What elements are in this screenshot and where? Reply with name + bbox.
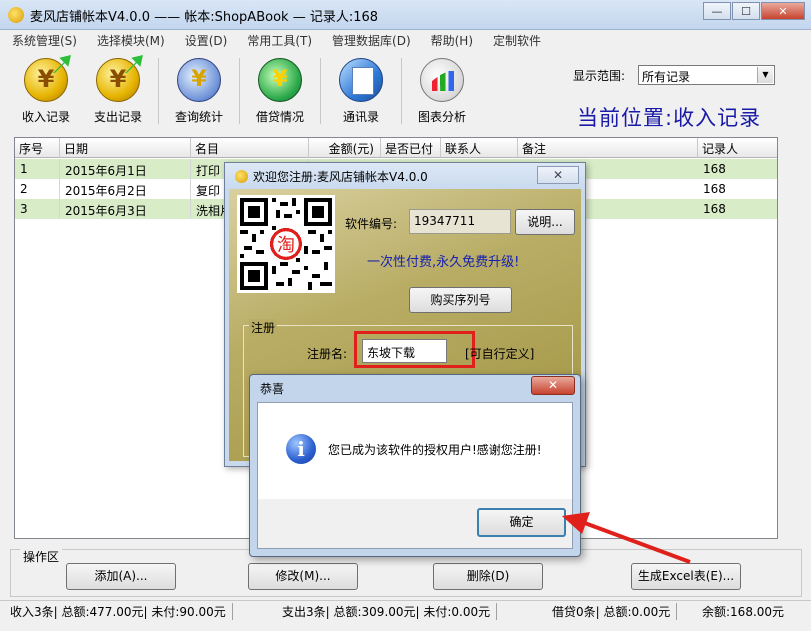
chevron-down-icon[interactable]: ▼ [757, 67, 773, 83]
range-label: 显示范围: [573, 69, 626, 83]
operations-label: 操作区 [20, 548, 63, 565]
menu-settings[interactable]: 设置(D) [177, 30, 236, 50]
toolbar-label: 查询统计 [174, 110, 223, 124]
toolbar-income-button[interactable]: 收入记录 [10, 52, 82, 130]
maximize-button[interactable]: ☐ [732, 2, 760, 20]
message-box-body: i 您已成为该软件的授权用户!感谢您注册! 确定 [257, 402, 573, 549]
toolbar-label: 收入记录 [21, 110, 70, 124]
message-box-content: i 您已成为该软件的授权用户!感谢您注册! [258, 403, 572, 499]
toolbar-separator [158, 58, 159, 124]
toolbar-expense-button[interactable]: 支出记录 [82, 52, 154, 130]
status-income: 收入3条| 总额:477.00元| 未付:90.00元 [10, 603, 233, 620]
delete-button[interactable]: 删除(D) [433, 563, 543, 590]
toolbar-contacts-button[interactable]: 通讯录 [325, 52, 397, 130]
search-stats-icon [177, 58, 221, 102]
menu-tools[interactable]: 常用工具(T) [239, 30, 320, 50]
range-select[interactable]: 所有记录 ▼ [638, 65, 775, 85]
toolbar-loan-button[interactable]: 借贷情况 [244, 52, 316, 130]
close-button[interactable]: ✕ [761, 2, 805, 20]
toolbar-separator [401, 58, 402, 124]
chart-icon [420, 58, 464, 102]
register-name-label: 注册名: [307, 347, 348, 361]
registration-dialog-title: 欢迎您注册:麦风店铺帐本V4.0.0 [253, 170, 428, 184]
menu-database[interactable]: 管理数据库(D) [324, 30, 419, 50]
status-expense: 支出3条| 总额:309.00元| 未付:0.00元 [282, 603, 498, 620]
message-text: 您已成为该软件的授权用户!感谢您注册! [328, 443, 542, 457]
cell-recorder: 168 [698, 199, 777, 219]
red-arrow-icon [562, 512, 691, 564]
cell-index: 2 [15, 179, 60, 199]
menu-select-module[interactable]: 选择模块(M) [89, 30, 173, 50]
column-header[interactable]: 备注 [518, 138, 698, 158]
current-position: 当前位置:收入记录 [577, 106, 762, 130]
cell-date: 2015年6月1日 [60, 159, 191, 179]
column-header[interactable]: 金额(元) [309, 138, 381, 158]
loan-cycle-icon [258, 58, 302, 102]
expense-coin-icon [96, 55, 143, 102]
column-header[interactable]: 名目 [191, 138, 309, 158]
column-header[interactable]: 记录人 [698, 138, 777, 158]
toolbar-chart-button[interactable]: 图表分析 [406, 52, 478, 130]
column-header[interactable]: 序号 [15, 138, 60, 158]
menu-system[interactable]: 系统管理(S) [4, 30, 85, 50]
congrats-message-box: 恭喜 ✕ i 您已成为该软件的授权用户!感谢您注册! 确定 [249, 374, 581, 557]
menu-custom[interactable]: 定制软件 [485, 30, 549, 50]
registration-dialog-titlebar: 欢迎您注册:麦风店铺帐本V4.0.0 ✕ [225, 163, 585, 189]
column-header[interactable]: 联系人 [441, 138, 518, 158]
toolbar-separator [320, 58, 321, 124]
info-icon: i [286, 434, 316, 464]
window-controls: — ☐ ✕ [702, 2, 805, 20]
register-group-label: 注册 [249, 319, 278, 336]
cell-index: 1 [15, 159, 60, 179]
toolbar-label: 图表分析 [417, 110, 466, 124]
message-box-close-button[interactable]: ✕ [531, 376, 575, 395]
buy-serial-button[interactable]: 购买序列号 [409, 287, 512, 313]
message-box-title: 恭喜 [260, 382, 285, 396]
address-book-icon [339, 58, 383, 102]
status-bar: 收入3条| 总额:477.00元| 未付:90.00元 支出3条| 总额:309… [0, 600, 811, 621]
explain-button[interactable]: 说明... [515, 209, 575, 235]
highlight-box [354, 331, 475, 368]
serial-number-field[interactable]: 19347711 [409, 209, 511, 234]
toolbar-label: 通讯录 [342, 110, 379, 124]
toolbar-label: 借贷情况 [255, 110, 304, 124]
cell-date: 2015年6月3日 [60, 199, 191, 219]
column-header[interactable]: 日期 [60, 138, 191, 158]
edit-button[interactable]: 修改(M)... [248, 563, 358, 590]
minimize-button[interactable]: — [703, 2, 731, 20]
add-button[interactable]: 添加(A)... [66, 563, 176, 590]
svg-text:淘: 淘 [277, 235, 295, 256]
custom-hint: [可自行定义] [465, 347, 535, 361]
cell-recorder: 168 [698, 159, 777, 179]
app-coin-icon [8, 7, 24, 23]
column-header[interactable]: 是否已付 [381, 138, 441, 158]
toolbar-label: 支出记录 [93, 110, 142, 124]
menu-bar: 系统管理(S) 选择模块(M) 设置(D) 常用工具(T) 管理数据库(D) 帮… [0, 30, 811, 50]
range-select-value: 所有记录 [642, 70, 691, 84]
status-balance: 余额:168.00元 [702, 605, 785, 619]
qr-code-icon: 淘 [237, 195, 335, 293]
toolbar-separator [239, 58, 240, 124]
status-loan: 借贷0条| 总额:0.00元 [552, 603, 678, 620]
promo-text: 一次性付费,永久免费升级! [367, 255, 520, 270]
message-box-titlebar: 恭喜 ✕ [250, 375, 580, 401]
title-bar: 麦风店铺帐本V4.0.0 —— 帐本:ShopABook — 记录人:168 —… [0, 0, 811, 30]
menu-help[interactable]: 帮助(H) [423, 30, 481, 50]
toolbar: 收入记录 支出记录 查询统计 借贷情况 通讯录 图表分析 [10, 52, 565, 130]
registration-close-button[interactable]: ✕ [537, 166, 579, 184]
ok-button[interactable]: 确定 [477, 508, 566, 537]
cell-recorder: 168 [698, 179, 777, 199]
serial-number-label: 软件编号: [345, 217, 398, 231]
cell-date: 2015年6月2日 [60, 179, 191, 199]
toolbar-search-button[interactable]: 查询统计 [163, 52, 235, 130]
app-coin-icon [235, 170, 248, 183]
income-coin-icon [24, 55, 71, 102]
cell-index: 3 [15, 199, 60, 219]
window-title: 麦风店铺帐本V4.0.0 —— 帐本:ShopABook — 记录人:168 [30, 10, 379, 25]
